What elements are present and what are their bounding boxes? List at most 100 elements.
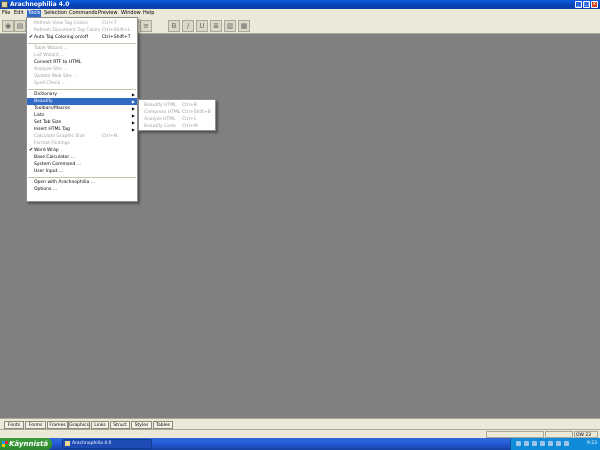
app-icon [1, 1, 8, 8]
menu-item-insert-html-tag[interactable]: Insert HTML Tag ▶ [27, 126, 137, 133]
menu-item-toolbars-macros[interactable]: Toolbars/Macros ▶ [27, 105, 137, 112]
menu-item-word-wrap[interactable]: ✔ Word Wrap [27, 147, 137, 154]
submenu-arrow-icon: ▶ [131, 92, 135, 97]
menu-item-user-input[interactable]: User Input ... [27, 168, 137, 175]
menu-item-compress-html[interactable]: Compress HTML Ctrl+Shift+B [139, 109, 215, 116]
italic-button[interactable]: / [182, 20, 194, 32]
volume-icon[interactable] [564, 441, 569, 446]
menu-item-list-wizard[interactable]: List Wizard ... [27, 52, 137, 59]
system-tray: 9:23 [510, 438, 600, 450]
checkmark-icon: ✔ [29, 147, 34, 153]
taskbar-app-button[interactable]: Arachnophilia 4.0 [62, 439, 152, 449]
menu-item-system-command[interactable]: System Command ... [27, 161, 137, 168]
tray-icon[interactable] [532, 441, 537, 446]
tray-icon[interactable] [524, 441, 529, 446]
menu-item-table-wizard[interactable]: Table Wizard ... [27, 45, 137, 52]
bold-icon: B [171, 22, 177, 30]
menu-item-calculate-graphic-size[interactable]: Calculate Graphic Size Ctrl+N [27, 133, 137, 140]
title-bar: Arachnophilia 4.0 _ □ x [0, 0, 600, 9]
menu-item-convert-rtf[interactable]: Convert RTF to HTML [27, 59, 137, 66]
tray-icon[interactable] [516, 441, 521, 446]
bold-button[interactable]: B [168, 20, 180, 32]
close-button[interactable]: x [591, 1, 598, 8]
italic-icon: / [186, 22, 190, 30]
windows-logo-icon [2, 441, 8, 447]
status-cell-empty [486, 431, 544, 438]
document-tabs-bar: Fonts Forms Frames Graphics Links Struct… [0, 418, 600, 429]
menu-edit[interactable]: Edit [13, 10, 25, 17]
open-button[interactable]: ▤ [14, 20, 26, 32]
menu-item-auto-tag-coloring[interactable]: ✔ Auto Tag Coloring on/off Ctrl+Shift+T [27, 34, 137, 41]
menu-separator [28, 43, 136, 44]
submenu-arrow-icon: ▶ [131, 127, 135, 132]
submenu-arrow-icon: ▶ [131, 99, 135, 104]
menu-selection[interactable]: Selection [43, 10, 68, 17]
align-icon: ≣ [213, 22, 219, 30]
menu-separator [28, 89, 136, 90]
menu-item-analyze-html[interactable]: Analyze HTML Ctrl+L [139, 116, 215, 123]
menu-help[interactable]: Help [142, 10, 155, 17]
tray-icon[interactable] [540, 441, 545, 446]
status-cell-empty [545, 431, 573, 438]
tab-styles[interactable]: Styles [131, 421, 152, 429]
menu-item-open-with[interactable]: Open with Arachnophilia ... [27, 179, 137, 186]
menu-item-beautify[interactable]: Beautify ▶ [27, 98, 137, 105]
tab-frames[interactable]: Frames [47, 421, 68, 429]
open-icon: ▤ [16, 22, 24, 30]
app-icon [65, 441, 70, 446]
menu-item-base-calculator[interactable]: Base Calculator ... [27, 154, 137, 161]
menu-file[interactable]: File [1, 10, 11, 17]
menu-item-refresh-document-tag-colors[interactable]: Refresh Document Tag Colors Ctrl+Shift+L [27, 27, 137, 34]
beautify-submenu: Beautify HTML Ctrl+B Compress HTML Ctrl+Sh… [138, 99, 216, 131]
tools-menu: Refresh View Tag Colors Ctrl+T Refresh Do… [26, 17, 138, 202]
new-document-button[interactable]: ◉ [2, 20, 14, 32]
status-text: OW 23 AM [574, 431, 598, 445]
start-label: Käynnistä [9, 440, 49, 448]
taskbar-app-label: Arachnophilia 4.0 [72, 441, 112, 446]
tab-struct[interactable]: Struct [110, 421, 130, 429]
status-bar: OW 23 AM [0, 429, 600, 445]
menu-window[interactable]: Window [120, 10, 142, 17]
menu-item-spell-check[interactable]: Spell Check ... [27, 80, 137, 87]
minimize-button[interactable]: _ [575, 1, 582, 8]
menu-preview[interactable]: Preview [97, 10, 118, 17]
maximize-button[interactable]: □ [583, 1, 590, 8]
menu-separator [28, 177, 136, 178]
image-icon: ▦ [240, 22, 248, 30]
submenu-arrow-icon: ▶ [131, 106, 135, 111]
menu-item-update-web-site[interactable]: Update Web Site ... [27, 73, 137, 80]
globe-icon: ◉ [4, 22, 12, 30]
menu-item-lists[interactable]: Lists ▶ [27, 112, 137, 119]
tag-button[interactable]: ▥ [224, 20, 236, 32]
window-title: Arachnophilia 4.0 [10, 1, 70, 8]
menu-item-format-findings[interactable]: Format Findings [27, 140, 137, 147]
menu-item-beautify-html[interactable]: Beautify HTML Ctrl+B [139, 102, 215, 109]
menu-item-refresh-view-tag-colors[interactable]: Refresh View Tag Colors Ctrl+T [27, 20, 137, 27]
menu-item-options[interactable]: Options ... [27, 186, 137, 193]
paragraph-button[interactable]: ≡ [140, 20, 152, 32]
tray-icon[interactable] [548, 441, 553, 446]
menu-item-analyze-site[interactable]: Analyze Site ... [27, 66, 137, 73]
menu-commands[interactable]: Commands [68, 10, 98, 17]
start-button[interactable]: Käynnistä [0, 438, 52, 450]
align-button[interactable]: ≣ [210, 20, 222, 32]
tag-icon: ▥ [226, 22, 234, 30]
menu-item-dictionary[interactable]: Dictionary ▶ [27, 91, 137, 98]
menu-item-set-tab-size[interactable]: Set Tab Size ▶ [27, 119, 137, 126]
tab-forms[interactable]: Forms [25, 421, 46, 429]
submenu-arrow-icon: ▶ [131, 120, 135, 125]
paragraph-icon: ≡ [143, 22, 149, 30]
image-button[interactable]: ▦ [238, 20, 250, 32]
tab-tables[interactable]: Tables [153, 421, 173, 429]
menu-tools[interactable]: Tools [27, 10, 42, 17]
underline-button[interactable]: U [196, 20, 208, 32]
tab-fonts[interactable]: Fonts [4, 421, 24, 429]
tab-links[interactable]: Links [91, 421, 109, 429]
clock[interactable]: 9:23 [587, 438, 597, 450]
checkmark-icon: ✔ [29, 34, 34, 40]
tray-icon[interactable] [556, 441, 561, 446]
menu-item-beautify-code[interactable]: Beautify Code Ctrl+M [139, 123, 215, 130]
tab-graphics[interactable]: Graphics [68, 421, 90, 429]
underline-icon: U [199, 22, 205, 30]
taskbar: Käynnistä Arachnophilia 4.0 9:23 [0, 438, 600, 450]
